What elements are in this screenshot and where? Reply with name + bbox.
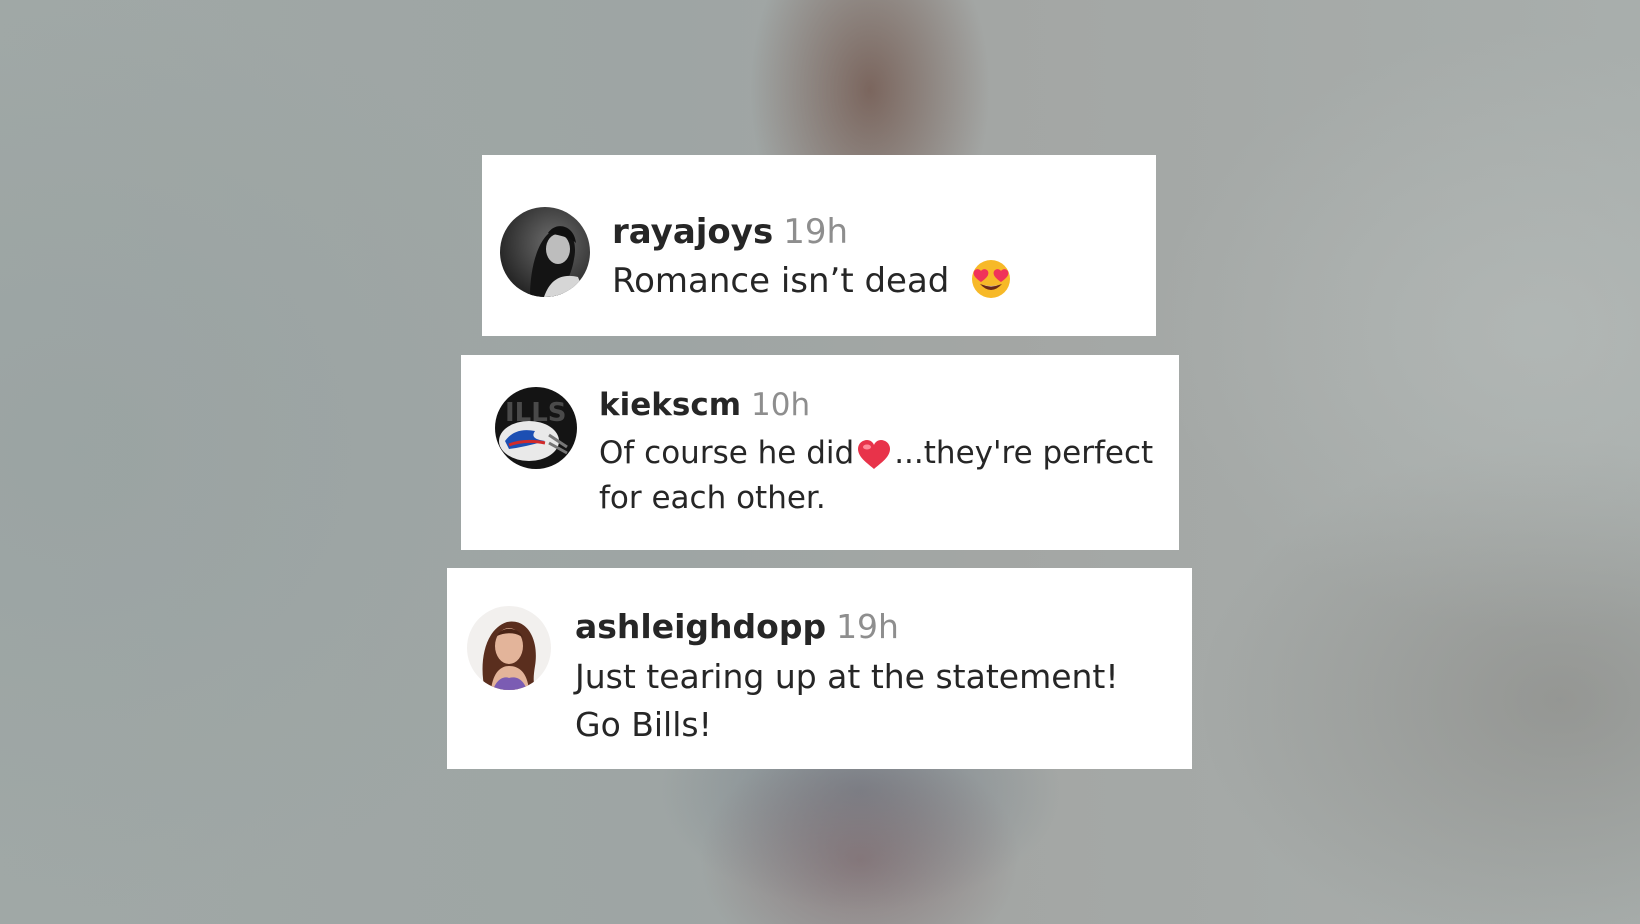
comment-text: Just tearing up at the statement! Go Bil…	[575, 657, 1119, 744]
user-avatar[interactable]	[500, 207, 590, 297]
comment-username[interactable]: kiekscm	[599, 387, 741, 423]
woman-portrait-avatar	[467, 606, 551, 690]
bills-helmet-avatar: ILLS	[495, 387, 577, 469]
comment-content: rayajoys 19h Romance isn’t dead	[612, 215, 1132, 302]
comment-username[interactable]: ashleighdopp	[575, 607, 826, 646]
comment-timestamp[interactable]: 19h	[836, 607, 899, 646]
comment-card-kiekscm: ILLS kiekscm 10h Of course he did ...they…	[461, 355, 1179, 550]
comment-card-rayajoys: rayajoys 19h Romance isn’t dead	[482, 155, 1156, 336]
grayscale-portrait-avatar	[500, 207, 590, 297]
comment-card-ashleighdopp: ashleighdopp 19h Just tearing up at the s…	[447, 568, 1192, 769]
comment-content: ashleighdopp 19h Just tearing up at the s…	[575, 610, 1175, 749]
comment-content: kiekscm 10h Of course he did ...they're p…	[599, 390, 1169, 521]
comment-username[interactable]: rayajoys	[612, 212, 773, 252]
comment-timestamp[interactable]: 19h	[783, 212, 848, 252]
comment-timestamp[interactable]: 10h	[751, 387, 810, 423]
user-avatar[interactable]: ILLS	[495, 387, 577, 469]
heart-eyes-emoji	[970, 258, 1012, 300]
comment-text: Romance isn’t dead	[612, 261, 950, 301]
red-heart-emoji	[856, 438, 892, 472]
comment-text-start: Of course he did	[599, 435, 855, 471]
user-avatar[interactable]	[467, 606, 551, 690]
